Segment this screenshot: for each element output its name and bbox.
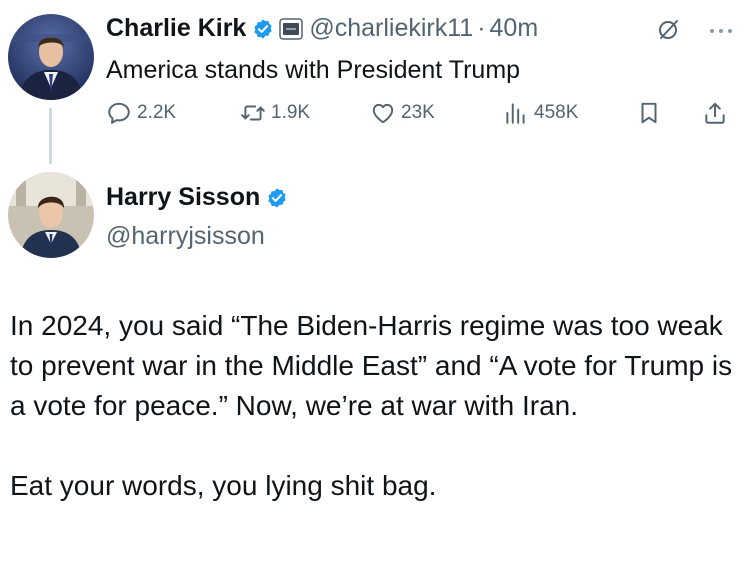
reply-author-handle[interactable]: @harryjsisson: [106, 222, 265, 251]
reply-icon: [106, 100, 132, 126]
original-tweet-header: Charlie Kirk @charliekirk11 · 40m: [106, 14, 538, 43]
share-icon: [702, 100, 728, 126]
views-icon: [503, 100, 529, 126]
reply-tweet-header: Harry Sisson: [106, 183, 288, 212]
reply-count: 2.2K: [137, 102, 177, 123]
verified-badge-icon: [252, 18, 274, 40]
reply-author-name[interactable]: Harry Sisson: [106, 183, 260, 212]
affiliate-org-icon[interactable]: [279, 17, 304, 40]
reply-button[interactable]: 2.2K: [106, 100, 176, 126]
retweet-button[interactable]: 1.9K: [240, 100, 310, 126]
like-count: 23K: [401, 102, 435, 123]
avatar-charlie-kirk[interactable]: [8, 14, 94, 100]
author-name[interactable]: Charlie Kirk: [106, 14, 246, 43]
tweet-header-actions: [656, 16, 734, 47]
author-handle[interactable]: @charliekirk11: [309, 14, 473, 43]
bookmark-icon: [636, 100, 662, 126]
like-button[interactable]: 23K: [370, 100, 435, 126]
separator-dot: ·: [477, 14, 486, 42]
reply-tweet-body: In 2024, you said “The Biden-Harris regi…: [10, 306, 740, 506]
original-tweet-text: America stands with President Trump: [106, 56, 521, 84]
reply-paragraph: In 2024, you said “The Biden-Harris regi…: [10, 310, 733, 421]
tweet-timestamp[interactable]: 40m: [490, 14, 539, 43]
more-icon[interactable]: [708, 23, 734, 41]
thread-connector-line: [49, 108, 52, 164]
reply-paragraph: Eat your words, you lying shit bag.: [10, 470, 437, 501]
grok-icon[interactable]: [656, 16, 682, 47]
views-button[interactable]: 458K: [503, 100, 578, 126]
retweet-count: 1.9K: [271, 102, 311, 123]
tweet-action-bar: 2.2K 1.9K 23K 458K: [106, 100, 731, 134]
retweet-icon: [240, 100, 266, 126]
bookmark-button[interactable]: [636, 100, 667, 126]
verified-badge-icon: [266, 187, 288, 209]
avatar-harry-sisson[interactable]: [8, 172, 94, 258]
heart-icon: [370, 100, 396, 126]
share-button[interactable]: [702, 100, 733, 126]
views-count: 458K: [534, 102, 579, 123]
